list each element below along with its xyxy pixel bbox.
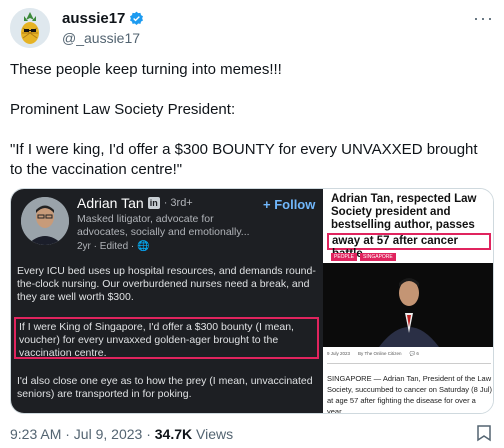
divider	[327, 363, 491, 364]
pineapple-avatar-icon	[10, 8, 50, 48]
tweet-paragraph: Prominent Law Society President:	[10, 101, 236, 118]
tweet-text: These people keep turning into memes!!! …	[10, 60, 494, 180]
verified-badge-icon	[130, 11, 144, 26]
tweet-paragraph: These people keep turning into memes!!!	[10, 61, 282, 78]
tweet-timestamp[interactable]: 9:23 AM · Jul 9, 2023 ·	[10, 426, 155, 442]
article-byline: 9 July 2023 By The Online Citizen 💬 6	[327, 351, 491, 357]
connection-degree: · 3rd+	[163, 197, 193, 209]
linkedin-name-row: Adrian Tan in · 3rd+	[77, 195, 193, 211]
linkedin-badge-icon: in	[147, 197, 160, 209]
post-body: Every ICU bed uses up hospital resources…	[17, 265, 316, 303]
tweet-header: aussie17 @_aussie17 ···	[10, 8, 494, 52]
author-handle[interactable]: @_aussie17	[62, 30, 140, 46]
tweet-media-image[interactable]: Adrian Tan in · 3rd+ + Follow Masked lit…	[10, 188, 494, 414]
article-summary: SINGAPORE — Adrian Tan, President of the…	[327, 374, 492, 414]
article-headline: Adrian Tan, respected Law Society presid…	[331, 193, 477, 231]
article-tag: SINGAPORE	[360, 253, 396, 261]
linkedin-post-screenshot: Adrian Tan in · 3rd+ + Follow Masked lit…	[11, 189, 323, 413]
linkedin-profile-photo	[21, 197, 69, 245]
more-options-icon[interactable]: ···	[473, 8, 494, 29]
article-author: By The Online Citizen	[358, 351, 402, 356]
linkedin-headline: Masked litigator, advocate for advocates…	[77, 213, 250, 238]
views-count: 34.7K	[154, 426, 193, 442]
news-article-screenshot: Adrian Tan, respected Law Society presid…	[323, 189, 493, 414]
highlighted-quote: If I were King of Singapore, I'd offer a…	[14, 317, 319, 359]
article-tags: PEOPLE SINGAPORE	[331, 253, 396, 261]
article-headline-highlight: away at 57 after cancer battle	[327, 233, 491, 260]
linkedin-name: Adrian Tan	[77, 195, 144, 211]
article-comments: 💬 6	[409, 351, 419, 356]
article-tag: PEOPLE	[331, 253, 358, 261]
post-meta: 2yr · Edited · 🌐	[77, 241, 150, 252]
author-avatar[interactable]	[10, 8, 50, 48]
post-body-continued: I'd also close one eye as to how the pre…	[17, 375, 313, 400]
tweet-paragraph: "If I were king, I'd offer a $300 BOUNTY…	[10, 141, 478, 178]
article-photo	[323, 263, 493, 347]
bookmark-icon[interactable]	[476, 424, 492, 442]
follow-button: + Follow	[263, 197, 316, 212]
tweet-footer: 9:23 AM · Jul 9, 2023 · 34.7K Views	[10, 426, 233, 442]
views-label: Views	[192, 426, 234, 442]
author-name[interactable]: aussie17	[62, 10, 125, 27]
author-name-row[interactable]: aussie17	[62, 10, 144, 27]
article-date: 9 July 2023	[327, 351, 351, 356]
